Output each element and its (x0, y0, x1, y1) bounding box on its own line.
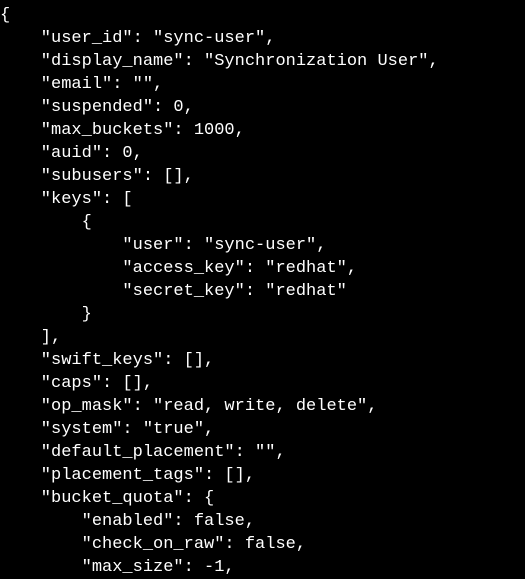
terminal-line: "swift_keys": [], (0, 351, 215, 370)
terminal-line: "secret_key": "redhat" (0, 282, 347, 301)
terminal-line: "op_mask": "read, write, delete", (0, 397, 378, 416)
terminal-window[interactable]: { "user_id": "sync-user", "display_name"… (0, 0, 525, 579)
terminal-line: "check_on_raw": false, (0, 535, 307, 554)
terminal-line: "display_name": "Synchronization User", (0, 52, 439, 71)
terminal-line: "keys": [ (0, 190, 133, 209)
terminal-line: "auid": 0, (0, 144, 143, 163)
terminal-line: "user": "sync-user", (0, 236, 327, 255)
terminal-line: "subusers": [], (0, 167, 194, 186)
terminal-line: } (0, 305, 92, 324)
terminal-line: "user_id": "sync-user", (0, 29, 276, 48)
terminal-line: { (0, 213, 92, 232)
terminal-line: "bucket_quota": { (0, 489, 215, 508)
terminal-line: "placement_tags": [], (0, 466, 256, 485)
terminal-line: "enabled": false, (0, 512, 256, 531)
terminal-line: "access_key": "redhat", (0, 259, 358, 278)
terminal-line: "max_buckets": 1000, (0, 121, 245, 140)
terminal-line: "system": "true", (0, 420, 215, 439)
terminal-line: "default_placement": "", (0, 443, 286, 462)
terminal-line: "suspended": 0, (0, 98, 194, 117)
terminal-line: "caps": [], (0, 374, 154, 393)
terminal-line: { (0, 6, 11, 25)
terminal-line: "email": "", (0, 75, 164, 94)
terminal-output: { "user_id": "sync-user", "display_name"… (0, 4, 439, 579)
terminal-line: ], (0, 328, 62, 347)
terminal-line: "max_size": -1, (0, 558, 235, 577)
